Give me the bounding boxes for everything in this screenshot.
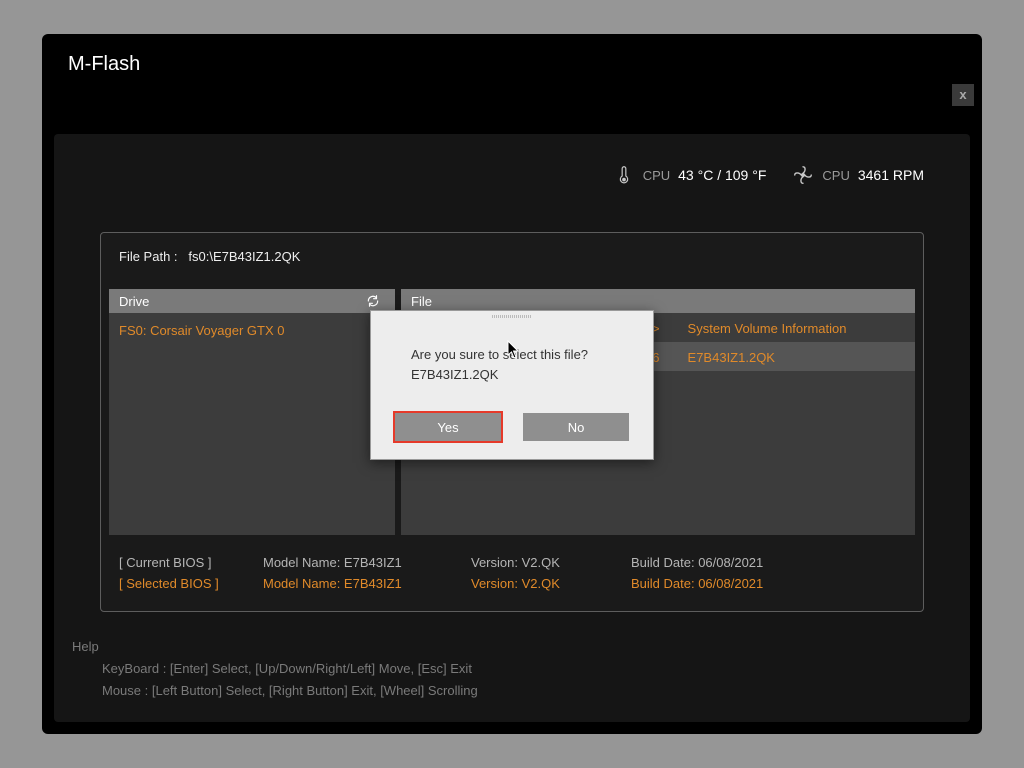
help-mouse: Mouse : [Left Button] Select, [Right But… (72, 680, 478, 702)
dialog-buttons: Yes No (371, 413, 653, 441)
confirm-dialog: Are you sure to select this file? E7B43I… (370, 310, 654, 460)
drive-list: FS0: Corsair Voyager GTX 0 (109, 313, 395, 535)
drive-header-label: Drive (119, 294, 149, 309)
status-bar: CPU 43 °C / 109 °F CPU 3461 RPM (613, 164, 924, 186)
selected-bios-line: [ Selected BIOS ] Model Name: E7B43IZ1 V… (119, 576, 905, 591)
current-bios-label: [ Current BIOS ] (119, 555, 233, 570)
drive-header: Drive (109, 289, 395, 313)
help-keyboard: KeyBoard : [Enter] Select, [Up/Down/Righ… (72, 658, 478, 680)
refresh-icon (366, 294, 380, 308)
selected-bios-model: Model Name: E7B43IZ1 (263, 576, 441, 591)
dialog-message: Are you sure to select this file? E7B43I… (371, 321, 653, 392)
file-path-value: fs0:\E7B43IZ1.2QK (188, 249, 300, 264)
selected-bios-label: [ Selected BIOS ] (119, 576, 233, 591)
fan-icon (792, 164, 814, 186)
cpu-fan-value: 3461 RPM (858, 167, 924, 183)
yes-button[interactable]: Yes (395, 413, 501, 441)
file-name: System Volume Information (674, 313, 915, 342)
dialog-line1: Are you sure to select this file? (411, 345, 613, 365)
drive-column: Drive FS0: Corsair Voyager GTX 0 (109, 289, 395, 535)
close-button[interactable]: x (952, 84, 974, 106)
bios-info: [ Current BIOS ] Model Name: E7B43IZ1 Ve… (119, 555, 905, 591)
current-bios-build: Build Date: 06/08/2021 (631, 555, 763, 570)
cpu-temp-stat: CPU 43 °C / 109 °F (613, 164, 767, 186)
file-header-label: File (411, 294, 432, 309)
current-bios-model: Model Name: E7B43IZ1 (263, 555, 441, 570)
grip-icon (492, 315, 532, 318)
no-button[interactable]: No (523, 413, 629, 441)
cpu-temp-value: 43 °C / 109 °F (678, 167, 766, 183)
cpu-temp-label: CPU (643, 168, 670, 183)
thermometer-icon (613, 164, 635, 186)
app-title: M-Flash (68, 53, 140, 76)
file-path-label: File Path : (119, 249, 178, 264)
dialog-line2: E7B43IZ1.2QK (411, 365, 613, 385)
current-bios-line: [ Current BIOS ] Model Name: E7B43IZ1 Ve… (119, 555, 905, 570)
cpu-fan-stat: CPU 3461 RPM (792, 164, 924, 186)
current-bios-version: Version: V2.QK (471, 555, 601, 570)
selected-bios-version: Version: V2.QK (471, 576, 601, 591)
help-title: Help (72, 636, 478, 658)
file-path-row: File Path : fs0:\E7B43IZ1.2QK (101, 233, 923, 274)
cpu-fan-label: CPU (822, 168, 849, 183)
selected-bios-build: Build Date: 06/08/2021 (631, 576, 763, 591)
titlebar: M-Flash x (42, 34, 982, 94)
dialog-drag-handle[interactable] (371, 311, 653, 321)
drive-item[interactable]: FS0: Corsair Voyager GTX 0 (109, 313, 395, 348)
help-section: Help KeyBoard : [Enter] Select, [Up/Down… (72, 636, 478, 702)
file-name: E7B43IZ1.2QK (674, 342, 915, 371)
